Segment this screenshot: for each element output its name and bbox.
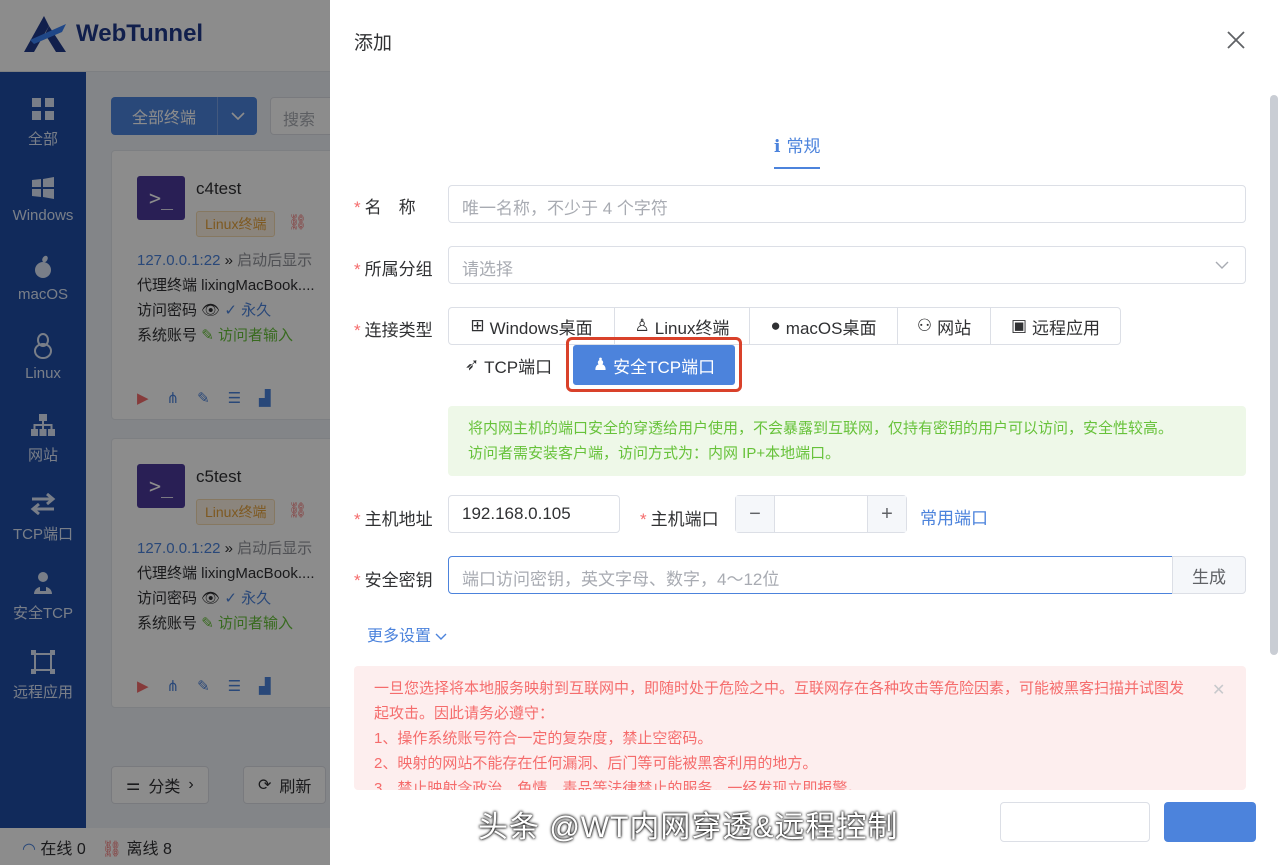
scrollbar[interactable] [1270, 95, 1278, 655]
name-label: * 名 称 [354, 198, 416, 217]
risk-warning: 一旦您选择将本地服务映射到互联网中，即随时处于危险之中。互联网存在各种攻击等危险… [354, 666, 1246, 790]
type-description: 将内网主机的端口安全的穿透给用户使用，不会暴露到互联网，仅持有密钥的用户可以访问… [448, 406, 1246, 476]
tab-general[interactable]: i 常规 [774, 132, 821, 169]
chevron-down-icon [435, 633, 447, 640]
group-label: * 所属分组 [354, 260, 433, 279]
sitemap-icon: ⚇ [916, 316, 933, 335]
cancel-button[interactable] [1000, 802, 1150, 842]
decrement-button[interactable]: − [736, 496, 774, 532]
linux-icon: ♙ [634, 316, 650, 335]
watermark: 头条 @WT内网穿透&远程控制 [478, 811, 899, 844]
info-icon: i [774, 137, 781, 157]
type-macos-desktop[interactable]: ● macOS桌面 [749, 307, 898, 345]
type-tcp-port[interactable]: ➶ TCP端口 [448, 346, 569, 384]
close-icon[interactable]: ✕ [1212, 678, 1225, 703]
generate-button[interactable]: 生成 [1172, 556, 1246, 594]
common-ports-link[interactable]: 常用端口 [920, 504, 988, 529]
key-label: * 安全密钥 [354, 571, 433, 590]
port-label: * 主机端口 [640, 510, 719, 529]
port-field[interactable] [774, 496, 868, 532]
remote-app-icon: ▣ [1010, 316, 1028, 335]
rocket-icon: ➶ [464, 355, 480, 374]
secure-key-field[interactable]: 端口访问密钥，英文字母、数字，4～12位 [448, 556, 1173, 594]
drawer-title: 添加 [354, 33, 393, 54]
increment-button[interactable]: + [868, 496, 906, 532]
windows-icon: ⊞ [470, 316, 485, 335]
host-label: * 主机地址 [354, 510, 433, 529]
host-address-field[interactable]: 192.168.0.105 [448, 495, 620, 533]
add-drawer: 添加 i 常规 * 名 称 唯一名称，不少于 4 个字符 * 所属分组 请选择 * 连接… [330, 0, 1280, 865]
close-icon[interactable] [1224, 28, 1248, 52]
name-field[interactable]: 唯一名称，不少于 4 个字符 [448, 185, 1246, 223]
modal-overlay[interactable] [0, 0, 330, 865]
group-select[interactable]: 请选择 [448, 246, 1246, 284]
type-label: * 连接类型 [354, 321, 433, 340]
chevron-down-icon [1215, 261, 1229, 269]
highlight-box [566, 337, 742, 392]
type-remote-app[interactable]: ▣ 远程应用 [990, 307, 1121, 345]
apple-icon: ● [770, 316, 781, 335]
more-settings-link[interactable]: 更多设置 [367, 622, 447, 646]
port-stepper: − + [735, 495, 907, 533]
confirm-button[interactable] [1164, 802, 1256, 842]
type-website[interactable]: ⚇ 网站 [897, 307, 991, 345]
